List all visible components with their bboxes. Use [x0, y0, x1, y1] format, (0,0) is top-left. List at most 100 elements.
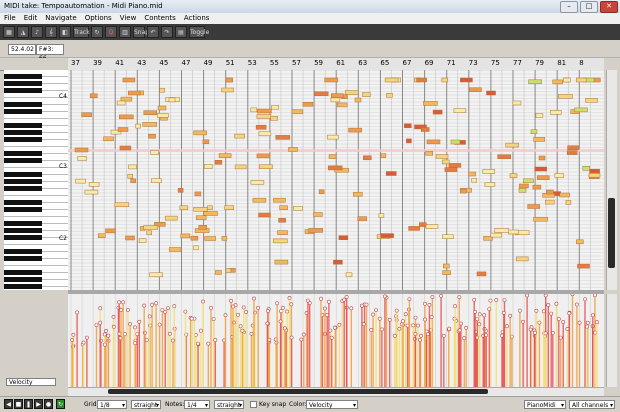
midi-note[interactable]: [468, 171, 476, 177]
midi-note[interactable]: [225, 268, 232, 273]
velocity-handle[interactable]: [103, 342, 107, 347]
midi-note[interactable]: [509, 173, 518, 178]
velocity-handle[interactable]: [285, 309, 290, 314]
midi-note[interactable]: [75, 178, 86, 184]
midi-note[interactable]: [554, 173, 565, 178]
midi-note[interactable]: [151, 178, 162, 183]
velocity-handle[interactable]: [117, 300, 122, 305]
velocity-handle[interactable]: [427, 302, 432, 307]
midi-note[interactable]: [588, 172, 601, 178]
midi-note[interactable]: [234, 164, 247, 170]
velocity-handle[interactable]: [394, 308, 399, 313]
midi-note[interactable]: [378, 213, 385, 218]
velocity-handle[interactable]: [419, 333, 423, 338]
midi-note[interactable]: [546, 189, 554, 195]
velocity-handle[interactable]: [532, 330, 537, 335]
velocity-handle[interactable]: [344, 295, 349, 299]
velocity-handle[interactable]: [249, 331, 254, 336]
menu-view[interactable]: View: [116, 13, 141, 24]
velocity-handle[interactable]: [462, 336, 467, 341]
midi-note[interactable]: [225, 77, 234, 83]
midi-note[interactable]: [450, 139, 461, 145]
velocity-handle[interactable]: [166, 306, 170, 311]
velocity-handle[interactable]: [256, 305, 261, 310]
velocity-handle[interactable]: [244, 310, 249, 314]
midi-note[interactable]: [259, 164, 273, 169]
velocity-handle[interactable]: [157, 322, 162, 327]
midi-note[interactable]: [337, 102, 348, 108]
velocity-handle[interactable]: [472, 297, 477, 302]
velocity-handle[interactable]: [171, 338, 175, 343]
midi-note[interactable]: [128, 164, 137, 170]
velocity-handle[interactable]: [537, 320, 542, 325]
midi-note[interactable]: [459, 188, 467, 194]
midi-note[interactable]: [89, 93, 98, 99]
velocity-handle[interactable]: [223, 313, 228, 318]
velocity-handle[interactable]: [154, 301, 159, 306]
midi-note[interactable]: [354, 97, 362, 103]
menu-navigate[interactable]: Navigate: [41, 13, 80, 24]
midi-note[interactable]: [353, 191, 363, 197]
toggle-icon[interactable]: Toggle auto: [189, 26, 209, 48]
midi-note[interactable]: [519, 183, 529, 189]
velocity-handle[interactable]: [287, 296, 292, 300]
color-select[interactable]: Velocity: [306, 400, 358, 410]
midi-note[interactable]: [128, 90, 141, 96]
velocity-handle[interactable]: [413, 315, 418, 320]
midi-note[interactable]: [448, 163, 462, 168]
black-key[interactable]: [4, 179, 42, 184]
midi-note[interactable]: [538, 155, 546, 161]
velocity-handle[interactable]: [593, 294, 597, 298]
keymap-select[interactable]: PianoMidi: [524, 400, 566, 410]
velocity-handle[interactable]: [457, 328, 462, 333]
velocity-handle[interactable]: [121, 300, 126, 305]
velocity-handle[interactable]: [206, 341, 211, 346]
velocity-handle[interactable]: [369, 328, 374, 332]
velocity-handle[interactable]: [494, 298, 499, 302]
velocity-handle[interactable]: [549, 311, 554, 316]
velocity-handle[interactable]: [528, 327, 533, 332]
velocity-handle[interactable]: [364, 302, 369, 307]
midi-note[interactable]: [420, 127, 430, 132]
midi-note[interactable]: [380, 233, 394, 238]
velocity-handle[interactable]: [556, 317, 561, 321]
velocity-handle[interactable]: [240, 328, 245, 333]
black-key[interactable]: [4, 109, 42, 114]
midi-note[interactable]: [120, 96, 133, 102]
midi-note[interactable]: [404, 123, 412, 129]
velocity-handle[interactable]: [541, 309, 546, 314]
midi-note[interactable]: [589, 168, 600, 174]
velocity-handle[interactable]: [401, 319, 405, 324]
velocity-handle[interactable]: [172, 304, 177, 309]
velocity-handle[interactable]: [416, 323, 420, 328]
midi-note[interactable]: [582, 166, 591, 171]
velocity-handle[interactable]: [430, 295, 435, 299]
midi-note[interactable]: [119, 145, 132, 151]
velocity-handle[interactable]: [322, 306, 327, 311]
midi-note[interactable]: [214, 160, 223, 165]
midi-note[interactable]: [313, 91, 329, 97]
midi-note[interactable]: [255, 124, 267, 130]
horizontal-scroll-thumb[interactable]: [108, 389, 488, 394]
black-key[interactable]: [4, 74, 42, 79]
record-button[interactable]: ●: [44, 399, 53, 409]
midi-note[interactable]: [318, 189, 325, 195]
midi-note[interactable]: [193, 245, 199, 251]
midi-note[interactable]: [545, 199, 555, 205]
midi-note[interactable]: [533, 216, 548, 222]
loop-toggle-icon[interactable]: ↻: [56, 399, 65, 409]
midi-note[interactable]: [293, 206, 303, 211]
midi-note[interactable]: [114, 202, 130, 207]
velocity-handle[interactable]: [561, 320, 566, 324]
midi-note[interactable]: [274, 259, 289, 265]
auto-icon[interactable]: ▤: [175, 26, 187, 38]
black-key[interactable]: [4, 200, 42, 205]
velocity-handle[interactable]: [464, 325, 469, 330]
key-snap-checkbox[interactable]: [250, 401, 257, 408]
velocity-handle[interactable]: [119, 308, 123, 312]
velocity-handle[interactable]: [147, 314, 152, 319]
velocity-handle[interactable]: [98, 320, 103, 325]
midi-note[interactable]: [149, 272, 163, 278]
note-icon[interactable]: ♪: [31, 26, 43, 38]
velocity-handle[interactable]: [135, 332, 140, 337]
